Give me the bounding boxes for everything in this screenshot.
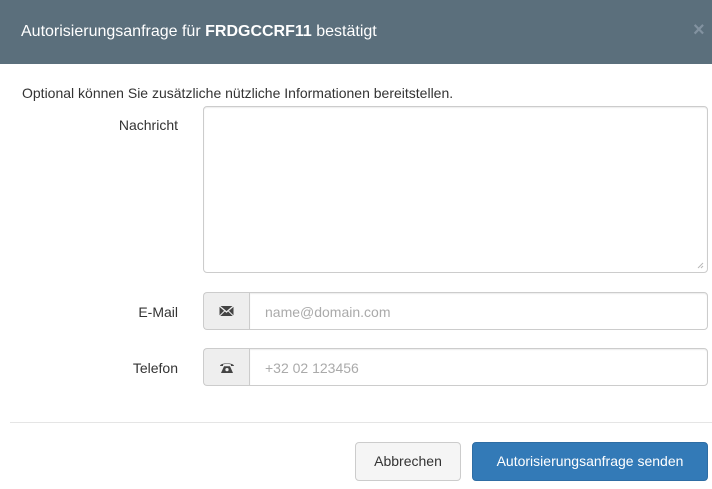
footer-divider [10,422,712,423]
authorization-dialog: Autorisierungsanfrage für FRDGCCRF11 bes… [0,0,712,489]
message-textarea[interactable] [203,106,708,273]
phone-input-group: +32 02 123456 [203,348,708,386]
send-request-button[interactable]: Autorisierungsanfrage senden [472,442,708,481]
phone-placeholder: +32 02 123456 [265,360,359,376]
email-label: E-Mail [138,304,178,320]
envelope-icon [219,305,234,317]
phone-icon [220,363,234,373]
email-input-group: name@domain.com [203,292,708,330]
phone-addon [203,348,249,386]
resize-grip-icon[interactable] [697,262,704,269]
phone-field[interactable]: +32 02 123456 [249,348,708,386]
phone-label: Telefon [132,360,178,376]
intro-text: Optional können Sie zusätzliche nützlich… [22,85,454,101]
dialog-title: Autorisierungsanfrage für FRDGCCRF11 bes… [21,22,377,42]
message-label: Nachricht [118,117,178,133]
email-field[interactable]: name@domain.com [249,292,708,330]
dialog-header: Autorisierungsanfrage für FRDGCCRF11 bes… [0,0,712,64]
close-icon[interactable]: × [693,20,705,40]
email-addon [203,292,249,330]
cancel-button[interactable]: Abbrechen [355,442,461,481]
dialog-title-suffix: bestätigt [316,23,377,40]
email-placeholder: name@domain.com [265,304,391,320]
dialog-title-code: FRDGCCRF11 [205,23,312,40]
dialog-title-prefix: Autorisierungsanfrage für [21,23,201,40]
